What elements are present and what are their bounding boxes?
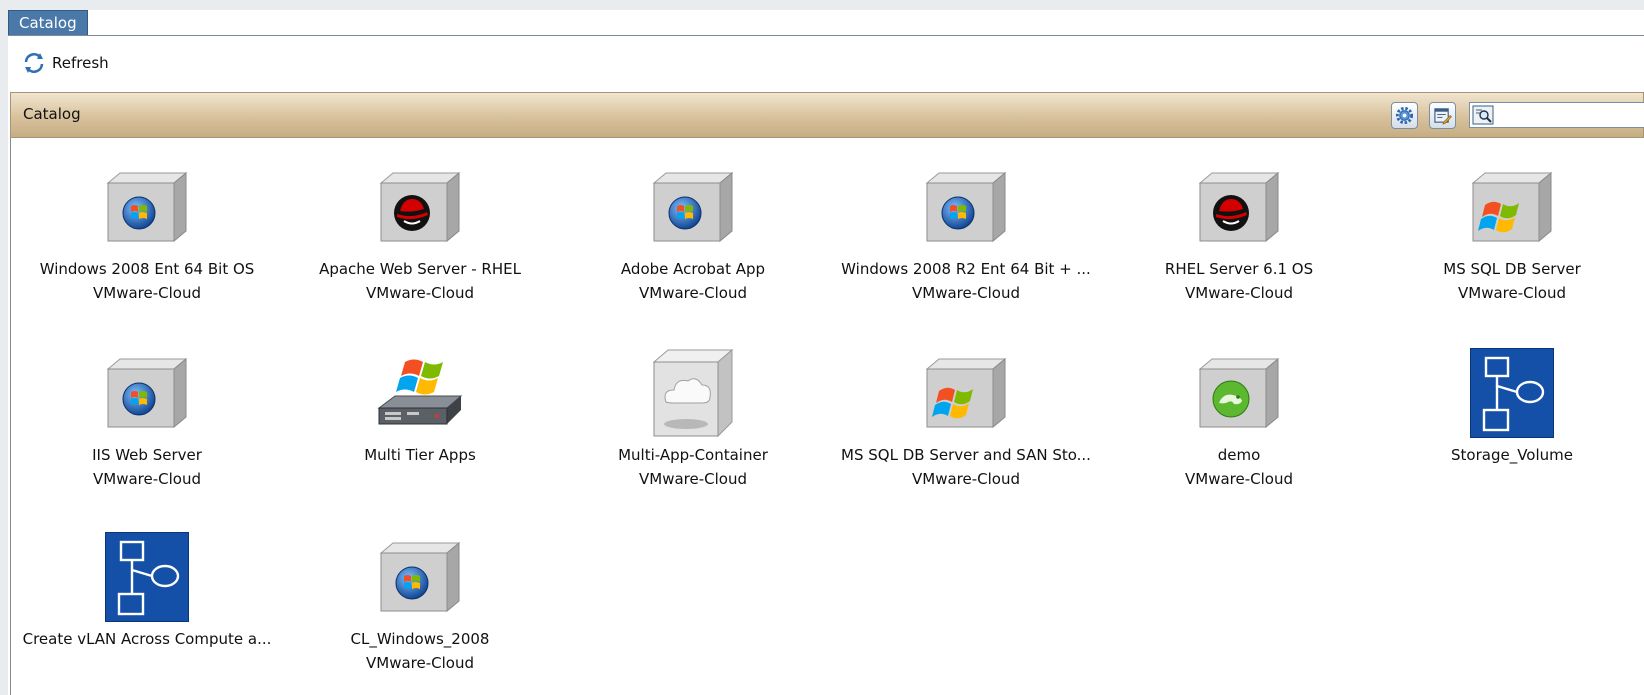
cloud-container-icon [648, 346, 738, 440]
catalog-item-name: Create vLAN Across Compute a... [22, 630, 272, 648]
panel-title: Catalog [23, 105, 81, 123]
catalog-item-name: IIS Web Server [92, 446, 202, 464]
catalog-item[interactable]: Multi Tier Apps [278, 346, 562, 467]
windows-vm-icon [921, 160, 1011, 254]
catalog-item[interactable]: Storage_Volume [1370, 346, 1644, 467]
windows-flag-vm-icon [921, 346, 1011, 440]
catalog-item-provider: VMware-Cloud [366, 654, 474, 672]
workflow-icon [102, 530, 192, 624]
catalog-grid: Windows 2008 Ent 64 Bit OS VMware-Cloud A… [10, 138, 1644, 695]
search-filter-icon[interactable] [1472, 105, 1494, 125]
catalog-item-provider: VMware-Cloud [1185, 284, 1293, 302]
catalog-item[interactable]: RHEL Server 6.1 OS VMware-Cloud [1097, 160, 1381, 305]
windows-flag-vm-icon [1467, 160, 1557, 254]
redhat-vm-icon [1194, 160, 1284, 254]
workflow-icon [1467, 346, 1557, 440]
view-toggle-button[interactable] [1429, 102, 1456, 129]
catalog-item[interactable]: Windows 2008 Ent 64 Bit OS VMware-Cloud [5, 160, 289, 305]
catalog-item[interactable]: Create vLAN Across Compute a... [5, 530, 289, 651]
catalog-item-name: MS SQL DB Server [1443, 260, 1581, 278]
catalog-item[interactable]: Windows 2008 R2 Ent 64 Bit + ... VMware-C… [824, 160, 1108, 305]
catalog-item-provider: VMware-Cloud [912, 284, 1020, 302]
catalog-item[interactable]: Apache Web Server - RHEL VMware-Cloud [278, 160, 562, 305]
catalog-item[interactable]: demo VMware-Cloud [1097, 346, 1381, 491]
catalog-item-provider: VMware-Cloud [639, 284, 747, 302]
catalog-item[interactable]: MS SQL DB Server VMware-Cloud [1370, 160, 1644, 305]
search-box [1469, 102, 1644, 128]
windows-vm-icon [648, 160, 738, 254]
catalog-item-name: Storage_Volume [1451, 446, 1573, 464]
windows-vm-icon [375, 530, 465, 624]
windows-vm-icon [102, 160, 192, 254]
catalog-item-name: Apache Web Server - RHEL [319, 260, 521, 278]
catalog-item-provider: VMware-Cloud [912, 470, 1020, 488]
gear-icon [1395, 106, 1414, 125]
settings-button[interactable] [1391, 102, 1418, 129]
tab-strip: Catalog [8, 10, 1644, 36]
suse-vm-icon [1194, 346, 1284, 440]
catalog-item[interactable]: Multi-App-Container VMware-Cloud [551, 346, 835, 491]
search-input[interactable] [1498, 105, 1644, 127]
catalog-frame: Catalog Refresh Catalog Windows 2008 Ent… [8, 10, 1644, 695]
catalog-item-name: RHEL Server 6.1 OS [1164, 260, 1314, 278]
catalog-item[interactable]: Adobe Acrobat App VMware-Cloud [551, 160, 835, 305]
catalog-item-provider: VMware-Cloud [1458, 284, 1566, 302]
catalog-item-name: demo [1217, 446, 1261, 464]
refresh-button[interactable]: Refresh [22, 50, 109, 76]
catalog-item-name: Multi-App-Container [618, 446, 768, 464]
catalog-item-provider: VMware-Cloud [1185, 470, 1293, 488]
toolbar: Refresh [8, 36, 1644, 90]
multi-tier-server-icon [375, 346, 465, 440]
catalog-item-name: Windows 2008 R2 Ent 64 Bit + ... [841, 260, 1091, 278]
catalog-item-name: MS SQL DB Server and SAN Sto... [841, 446, 1091, 464]
catalog-item-name: Adobe Acrobat App [620, 260, 766, 278]
catalog-item-provider: VMware-Cloud [93, 470, 201, 488]
catalog-panel-header: Catalog [10, 92, 1644, 138]
catalog-item-provider: VMware-Cloud [366, 284, 474, 302]
catalog-item-provider: VMware-Cloud [93, 284, 201, 302]
catalog-item-provider: VMware-Cloud [639, 470, 747, 488]
redhat-vm-icon [375, 160, 465, 254]
tab-catalog[interactable]: Catalog [8, 10, 88, 35]
catalog-item-name: Windows 2008 Ent 64 Bit OS [39, 260, 255, 278]
windows-vm-icon [102, 346, 192, 440]
edit-view-icon [1434, 108, 1452, 125]
catalog-item[interactable]: CL_Windows_2008 VMware-Cloud [278, 530, 562, 675]
refresh-icon [24, 53, 44, 73]
catalog-item[interactable]: IIS Web Server VMware-Cloud [5, 346, 289, 491]
catalog-item-name: CL_Windows_2008 [350, 630, 490, 648]
catalog-item-name: Multi Tier Apps [364, 446, 476, 464]
catalog-item[interactable]: MS SQL DB Server and SAN Sto... VMware-Cl… [824, 346, 1108, 491]
refresh-label: Refresh [52, 54, 109, 72]
